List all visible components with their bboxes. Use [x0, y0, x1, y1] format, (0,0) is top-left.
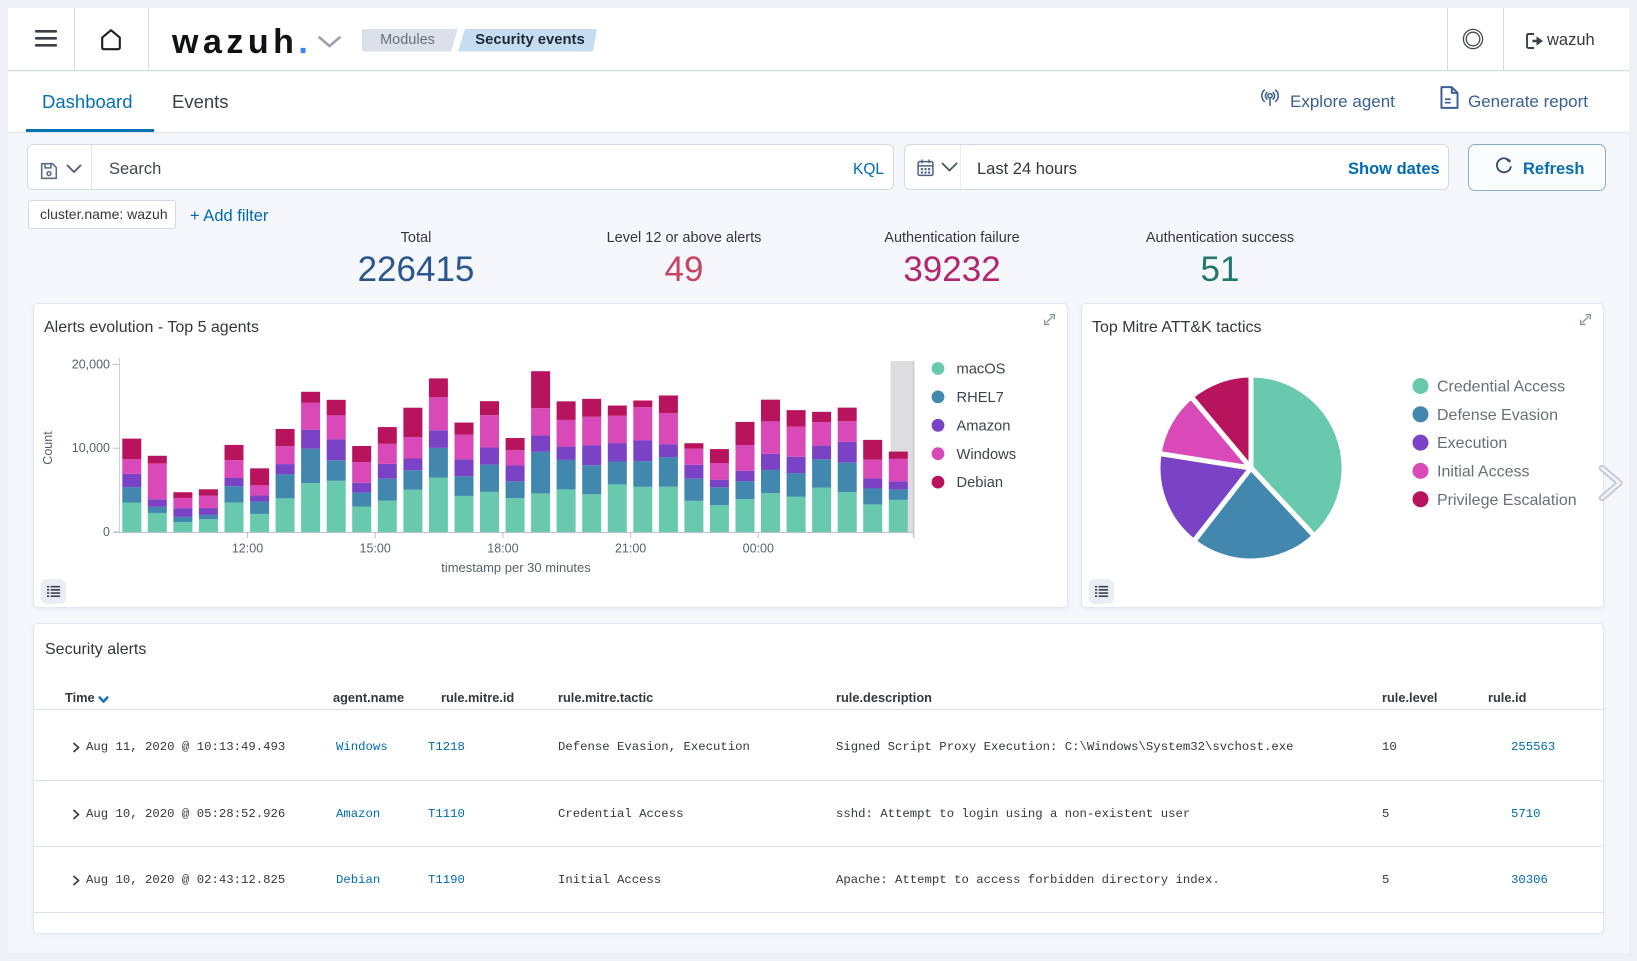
svg-text:Initial Access: Initial Access [1437, 464, 1529, 481]
svg-text:Execution: Execution [1437, 435, 1507, 452]
svg-text:00:00: 00:00 [743, 542, 774, 556]
svg-text:Credential Access: Credential Access [1437, 379, 1565, 396]
svg-text:Count: Count [41, 431, 55, 465]
svg-text:RHEL7: RHEL7 [957, 390, 1004, 406]
svg-text:12:00: 12:00 [232, 542, 263, 556]
svg-text:Defense Evasion: Defense Evasion [1437, 407, 1558, 424]
svg-text:Debian: Debian [957, 475, 1004, 491]
svg-text:18:00: 18:00 [487, 542, 518, 556]
svg-text:macOS: macOS [957, 362, 1006, 378]
svg-text:timestamp per 30 minutes: timestamp per 30 minutes [441, 560, 591, 575]
svg-text:10,000: 10,000 [72, 441, 110, 455]
svg-text:Amazon: Amazon [957, 418, 1011, 434]
svg-text:0: 0 [103, 525, 110, 539]
svg-text:20,000: 20,000 [72, 358, 110, 372]
svg-text:21:00: 21:00 [615, 542, 646, 556]
svg-text:Windows: Windows [957, 447, 1017, 463]
svg-text:15:00: 15:00 [360, 542, 391, 556]
svg-text:Privilege Escalation: Privilege Escalation [1437, 492, 1577, 509]
